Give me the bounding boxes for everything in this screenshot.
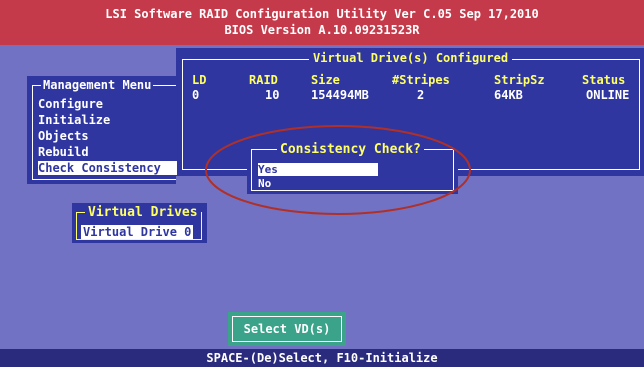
status-bar: SPACE-(De)Select, F10-Initialize [0,349,644,367]
annotation-oval-shape [205,125,471,215]
annotation-oval [205,125,471,215]
bios-screen: LSI Software RAID Configuration Utility … [0,0,644,367]
